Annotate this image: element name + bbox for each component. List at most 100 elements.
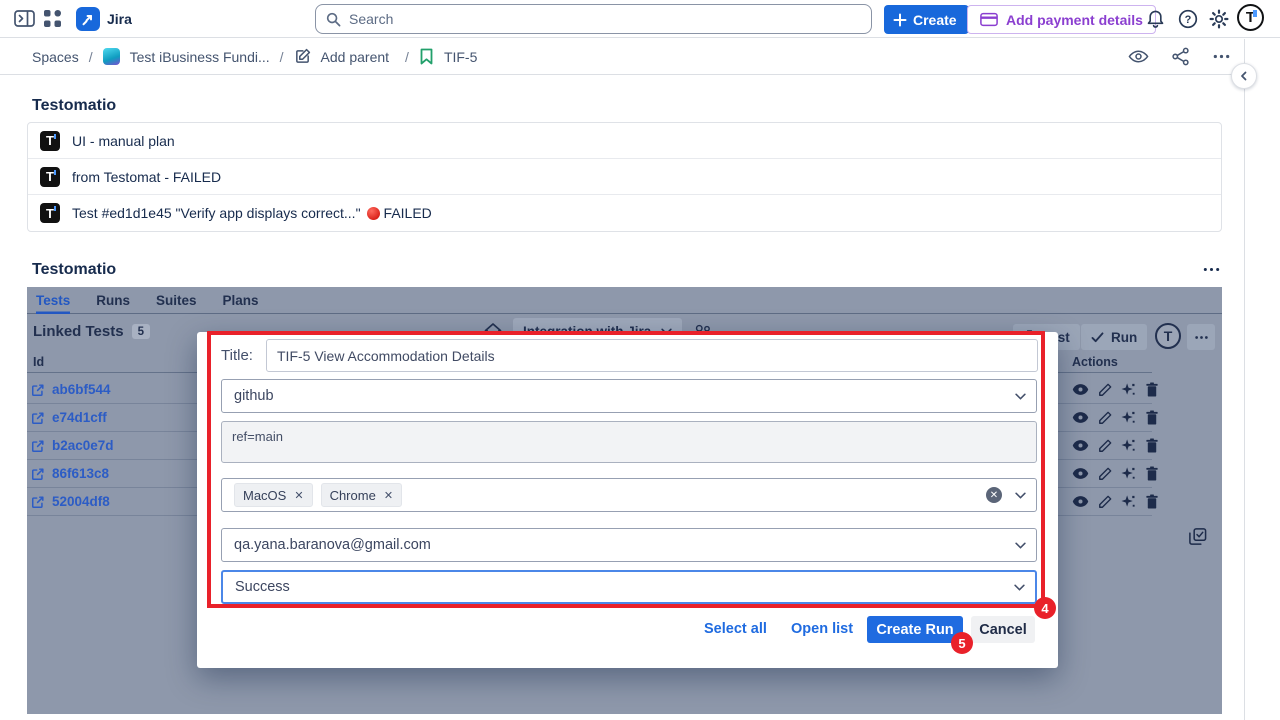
column-header-actions: Actions (1072, 355, 1118, 369)
row-actions (1072, 466, 1159, 481)
testomatio-list-card: T UI - manual plan T from Testomat - FAI… (27, 122, 1222, 232)
section-more-options-icon[interactable] (1202, 260, 1221, 279)
sidebar-toggle-icon[interactable] (14, 10, 35, 27)
notifications-bell-icon[interactable] (1146, 9, 1165, 29)
open-list-link[interactable]: Open list (791, 621, 853, 637)
search-input[interactable]: Search (315, 4, 872, 34)
test-id-link[interactable]: b2ac0e7d (31, 438, 114, 453)
view-eye-icon[interactable] (1072, 439, 1089, 452)
view-eye-icon[interactable] (1072, 495, 1089, 508)
test-id-link[interactable]: 52004df8 (31, 494, 110, 509)
tab-plans[interactable]: Plans (223, 287, 259, 314)
view-eye-icon[interactable] (1072, 383, 1089, 396)
clear-all-icon[interactable]: ✕ (986, 487, 1002, 503)
breadcrumb-issue-key[interactable]: TIF-5 (444, 49, 477, 65)
test-id-link[interactable]: 86f613c8 (31, 466, 109, 481)
test-id-link[interactable]: ab6bf544 (31, 382, 111, 397)
delete-trash-icon[interactable] (1145, 382, 1159, 397)
annotation-badge-5: 5 (951, 632, 973, 654)
tab-tests[interactable]: Tests (36, 287, 70, 314)
edit-pencil-icon[interactable] (1098, 411, 1112, 425)
run-title-input[interactable] (266, 339, 1038, 372)
page-actions (1128, 47, 1231, 66)
watch-eye-icon[interactable] (1128, 47, 1149, 66)
view-eye-icon[interactable] (1072, 467, 1089, 480)
testomatio-icon: T (40, 167, 60, 187)
failed-status-icon (367, 207, 380, 220)
tab-runs[interactable]: Runs (96, 287, 130, 314)
list-item[interactable]: T from Testomat - FAILED (28, 159, 1221, 195)
view-eye-icon[interactable] (1072, 411, 1089, 424)
list-item[interactable]: T Test #ed1d1e45 "Verify app displays co… (28, 195, 1221, 231)
linked-tests-count-badge: 5 (132, 324, 150, 339)
status-select[interactable]: Success (221, 570, 1037, 604)
jira-logo[interactable] (76, 7, 100, 31)
test-id-link[interactable]: e74d1cff (31, 410, 107, 425)
testomatio-icon: T (40, 131, 60, 151)
bookmark-icon (419, 48, 434, 65)
breadcrumb-spaces[interactable]: Spaces (32, 49, 79, 65)
environment-multiselect[interactable]: MacOS✕ Chrome✕ ✕ (221, 478, 1037, 512)
title-label: Title: (221, 347, 253, 364)
list-item[interactable]: T UI - manual plan (28, 123, 1221, 159)
linked-tests-heading: Linked Tests 5 (33, 323, 150, 340)
edit-pencil-icon[interactable] (1098, 495, 1112, 509)
check-icon (1091, 332, 1104, 343)
share-icon[interactable] (1171, 47, 1190, 66)
column-header-id: Id (33, 355, 44, 369)
ai-sparkles-icon[interactable] (1121, 438, 1136, 453)
ai-sparkles-icon[interactable] (1121, 466, 1136, 481)
chevron-down-icon (1015, 492, 1026, 499)
remove-tag-icon[interactable]: ✕ (294, 489, 303, 502)
credit-card-icon (980, 12, 998, 27)
breadcrumb-space-name[interactable]: Test iBusiness Fundi... (130, 49, 270, 65)
collapse-sidebar-button[interactable] (1231, 63, 1257, 89)
edit-pencil-icon[interactable] (1098, 439, 1112, 453)
ai-sparkles-icon[interactable] (1121, 494, 1136, 509)
remove-tag-icon[interactable]: ✕ (384, 489, 393, 502)
create-button[interactable]: Create (884, 5, 969, 34)
delete-trash-icon[interactable] (1145, 494, 1159, 509)
select-all-link[interactable]: Select all (704, 621, 767, 637)
breadcrumb-add-parent[interactable]: Add parent (321, 49, 390, 65)
svg-text:?: ? (1185, 14, 1192, 26)
top-navigation-bar: Jira Search Create Add payment details ?… (0, 0, 1280, 38)
run-params-textarea[interactable]: ref=main (221, 421, 1037, 463)
select-copy-check-icon[interactable] (1188, 527, 1207, 546)
help-icon[interactable]: ? (1178, 9, 1198, 29)
row-actions (1072, 382, 1159, 397)
breadcrumb: Spaces / Test iBusiness Fundi... / Add p… (32, 48, 477, 65)
panel-divider (1244, 39, 1245, 720)
create-run-modal: Title: github ref=main MacOS✕ Chrome✕ ✕ … (197, 332, 1058, 668)
plus-icon (893, 13, 907, 27)
delete-trash-icon[interactable] (1145, 466, 1159, 481)
ai-sparkles-icon[interactable] (1121, 410, 1136, 425)
settings-gear-icon[interactable] (1209, 9, 1229, 29)
add-payment-details-button[interactable]: Add payment details (967, 5, 1156, 34)
user-avatar[interactable]: T (1237, 4, 1264, 31)
env-tag-chrome: Chrome✕ (321, 483, 402, 507)
ai-sparkles-icon[interactable] (1121, 382, 1136, 397)
testomatio-logo-button[interactable]: T (1155, 323, 1181, 349)
row-actions (1072, 410, 1159, 425)
testomatio-icon: T (40, 203, 60, 223)
create-run-button[interactable]: Create Run (867, 616, 963, 643)
chevron-down-icon (1015, 542, 1026, 549)
assignee-select[interactable]: qa.yana.baranova@gmail.com (221, 528, 1037, 562)
more-options-icon[interactable] (1212, 47, 1231, 66)
ci-provider-select[interactable]: github (221, 379, 1037, 413)
app-name: Jira (107, 11, 132, 27)
cancel-button[interactable]: Cancel (971, 616, 1035, 643)
edit-pencil-icon[interactable] (1098, 383, 1112, 397)
app-switcher-icon[interactable] (44, 10, 61, 27)
search-placeholder: Search (349, 11, 393, 27)
delete-trash-icon[interactable] (1145, 438, 1159, 453)
search-icon (326, 12, 341, 27)
delete-trash-icon[interactable] (1145, 410, 1159, 425)
run-button[interactable]: Run (1081, 324, 1147, 350)
space-icon (103, 48, 120, 65)
section-title-testomatio-1: Testomatio (32, 97, 116, 115)
panel-more-options-icon[interactable] (1187, 324, 1215, 350)
edit-pencil-icon[interactable] (1098, 467, 1112, 481)
tab-suites[interactable]: Suites (156, 287, 197, 314)
